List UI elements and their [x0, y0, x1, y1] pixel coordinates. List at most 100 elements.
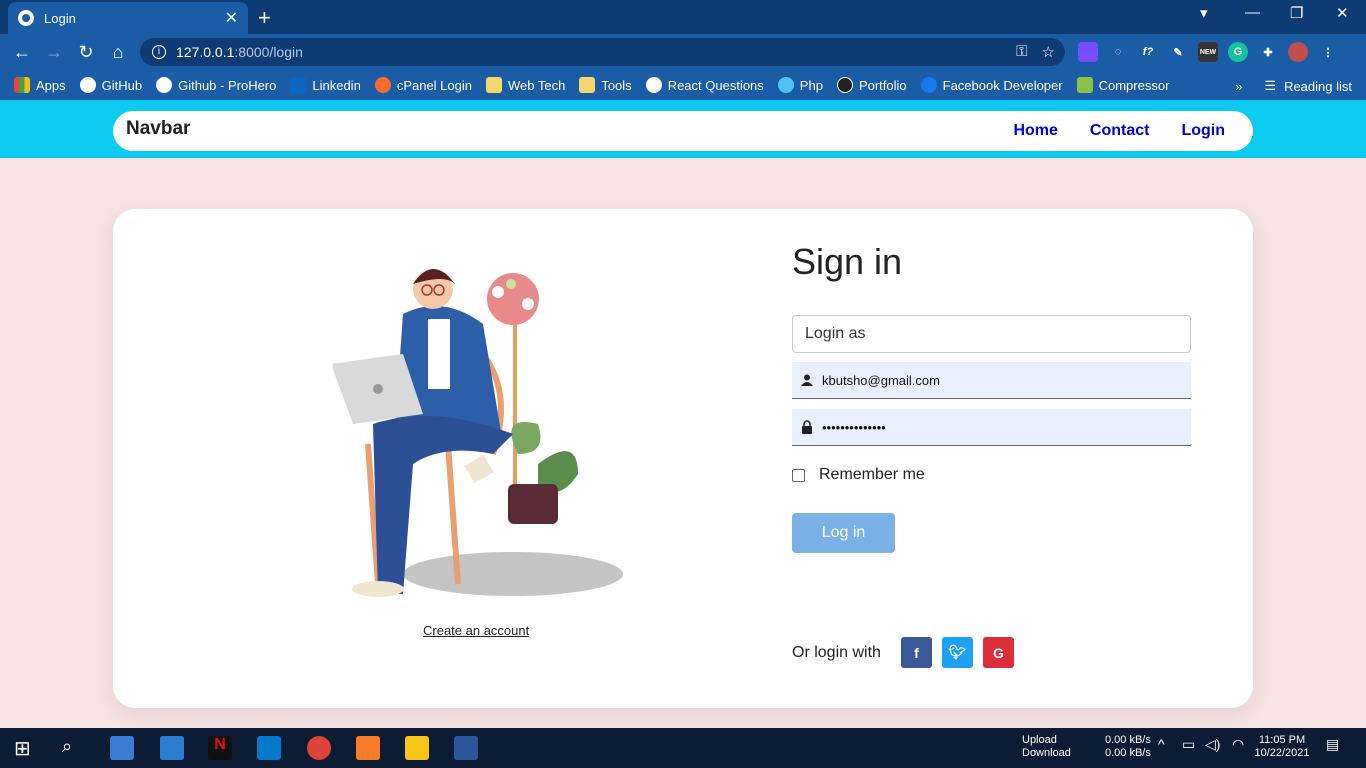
nav-link-contact[interactable]: Contact	[1090, 122, 1150, 140]
bookmark-tools[interactable]: Tools	[579, 77, 632, 93]
window-close-icon[interactable]: ✕	[1336, 4, 1349, 22]
bookmark-label: Github - ProHero	[178, 77, 277, 93]
email-field[interactable]	[792, 362, 1191, 399]
wifi-icon[interactable]: ◠	[1232, 737, 1244, 751]
compressor-icon	[1076, 77, 1093, 93]
login-as-select[interactable]: Login as	[792, 315, 1191, 353]
home-icon[interactable]: ⌂	[102, 42, 134, 63]
formula-extension-icon[interactable]: f?	[1138, 42, 1158, 62]
key-icon[interactable]: ⚿	[1016, 43, 1027, 61]
netflix-icon[interactable]: N	[208, 736, 232, 760]
restore-icon[interactable]: ❐	[1290, 4, 1303, 22]
close-tab-icon[interactable]: ✕	[225, 8, 238, 28]
mail-icon[interactable]	[160, 736, 184, 760]
bookmark-react-questions[interactable]: React Questions	[645, 77, 764, 93]
minimize-icon[interactable]: —	[1245, 4, 1260, 21]
sync-extension-icon[interactable]: ◌	[1108, 42, 1128, 62]
xampp-icon[interactable]	[356, 736, 380, 760]
reading-list[interactable]: » ☰ Reading list	[1235, 78, 1352, 94]
bookmark-compressor[interactable]: Compressor	[1076, 77, 1169, 93]
login-card: Create an account Sign in Login as •••••…	[113, 209, 1253, 708]
bookmark-label: cPanel Login	[396, 77, 472, 93]
twitter-login-button[interactable]: 🐦︎	[941, 637, 973, 668]
twitter-icon: 🐦︎	[948, 644, 967, 660]
remember-me-checkbox[interactable]	[792, 468, 805, 482]
create-account-link[interactable]: Create an account	[423, 623, 529, 638]
lock-icon	[792, 420, 822, 434]
new-extension-icon[interactable]: NEW	[1198, 42, 1218, 62]
puzzle-icon[interactable]: ✚	[1258, 42, 1278, 62]
bookmark-php[interactable]: Php	[777, 77, 823, 93]
facebook-icon: f	[914, 644, 919, 661]
download-label: Download	[1022, 747, 1071, 759]
tab-search-icon[interactable]: ▾	[1200, 4, 1208, 22]
info-icon[interactable]: i	[152, 45, 166, 59]
bookmark-facebook-developer[interactable]: Facebook Developer	[920, 77, 1063, 93]
menu-dots-icon[interactable]: ⋮	[1318, 42, 1338, 62]
nav-link-login[interactable]: Login	[1181, 122, 1225, 140]
show-hidden-icons[interactable]: ^	[1158, 737, 1165, 751]
cloud-icon	[777, 77, 794, 93]
bookmark-label: Apps	[36, 77, 66, 93]
clock[interactable]: 11:05 PM 10/22/2021	[1252, 734, 1312, 760]
network-rates: 0.00 kB/s 0.00 kB/s	[1105, 734, 1151, 760]
github-icon	[156, 77, 173, 93]
battery-icon[interactable]: ▭	[1182, 737, 1195, 751]
bookmarks-bar: Apps GitHub Github - ProHero Linkedin cP…	[0, 70, 1366, 100]
address-bar[interactable]: i 127.0.0.1:8000/login ⚿ ☆	[140, 38, 1065, 66]
bookmark-linkedin[interactable]: Linkedin	[290, 77, 361, 93]
bookmark-web-tech[interactable]: Web Tech	[485, 77, 565, 93]
vscode-icon[interactable]	[257, 736, 281, 760]
or-login-with-label: Or login with	[792, 643, 881, 661]
url-path: :8000/login	[234, 44, 303, 60]
bookmark-cpanel[interactable]: cPanel Login	[374, 77, 472, 93]
word-icon[interactable]	[454, 736, 478, 760]
more-bookmarks-icon[interactable]: »	[1235, 79, 1242, 94]
browser-tab-strip: Login ✕ + ▾ — ❐ ✕	[0, 0, 1366, 34]
login-button[interactable]: Log in	[792, 513, 895, 553]
password-field[interactable]: ••••••••••••••	[792, 409, 1191, 446]
bookmark-star-icon[interactable]: ☆	[1042, 43, 1055, 61]
bookmark-label: Linkedin	[312, 77, 361, 93]
apps-grid-icon	[14, 77, 30, 93]
navbar: Navbar Home Contact Login	[113, 111, 1253, 151]
facebook-icon	[920, 77, 937, 93]
facebook-login-button[interactable]: f	[900, 637, 932, 668]
navbar-brand[interactable]: Navbar	[126, 118, 190, 140]
cpanel-icon	[374, 77, 391, 93]
folder-icon	[485, 77, 502, 93]
windows-start-icon[interactable]: ⊞	[14, 736, 38, 760]
bookmark-label: Portfolio	[858, 77, 907, 93]
profile-avatar[interactable]	[1288, 42, 1308, 62]
download-rate: 0.00 kB/s	[1105, 747, 1151, 759]
nav-link-home[interactable]: Home	[1013, 122, 1057, 140]
browser-toolbar: ← → ↻ ⌂ i 127.0.0.1:8000/login ⚿ ☆ ◌ f? …	[0, 34, 1366, 70]
remember-me[interactable]: Remember me	[792, 466, 925, 484]
globe-icon	[18, 10, 34, 26]
bookmark-github-prohero[interactable]: Github - ProHero	[156, 77, 276, 93]
grammarly-icon[interactable]: G	[1228, 42, 1248, 62]
upload-rate: 0.00 kB/s	[1105, 734, 1151, 746]
chrome-icon[interactable]	[307, 736, 331, 760]
reload-icon[interactable]: ↻	[70, 42, 102, 63]
browser-tab[interactable]: Login ✕	[8, 2, 248, 34]
social-login: Or login with f 🐦︎ G	[792, 637, 1014, 668]
pen-extension-icon[interactable]: ✎	[1168, 42, 1188, 62]
forward-icon[interactable]: →	[38, 42, 70, 63]
google-login-button[interactable]: G	[982, 637, 1014, 668]
file-explorer-icon[interactable]	[405, 736, 429, 760]
password-input[interactable]: ••••••••••••••	[822, 420, 886, 435]
clock-time: 11:05 PM	[1258, 734, 1306, 746]
linkedin-icon	[290, 77, 307, 93]
notifications-icon[interactable]: ▤	[1326, 737, 1339, 751]
volume-icon[interactable]: ◁)	[1205, 737, 1220, 751]
bookmark-portfolio[interactable]: Portfolio	[836, 77, 907, 93]
email-input[interactable]	[822, 372, 1162, 388]
bookmark-apps[interactable]: Apps	[14, 77, 66, 93]
search-icon[interactable]: ⌕	[62, 736, 86, 760]
control-panel-icon[interactable]	[110, 736, 134, 760]
new-tab-icon[interactable]: +	[258, 5, 271, 31]
bookmark-github[interactable]: GitHub	[79, 77, 142, 93]
back-icon[interactable]: ←	[6, 42, 38, 63]
extension-icon[interactable]	[1078, 42, 1098, 62]
